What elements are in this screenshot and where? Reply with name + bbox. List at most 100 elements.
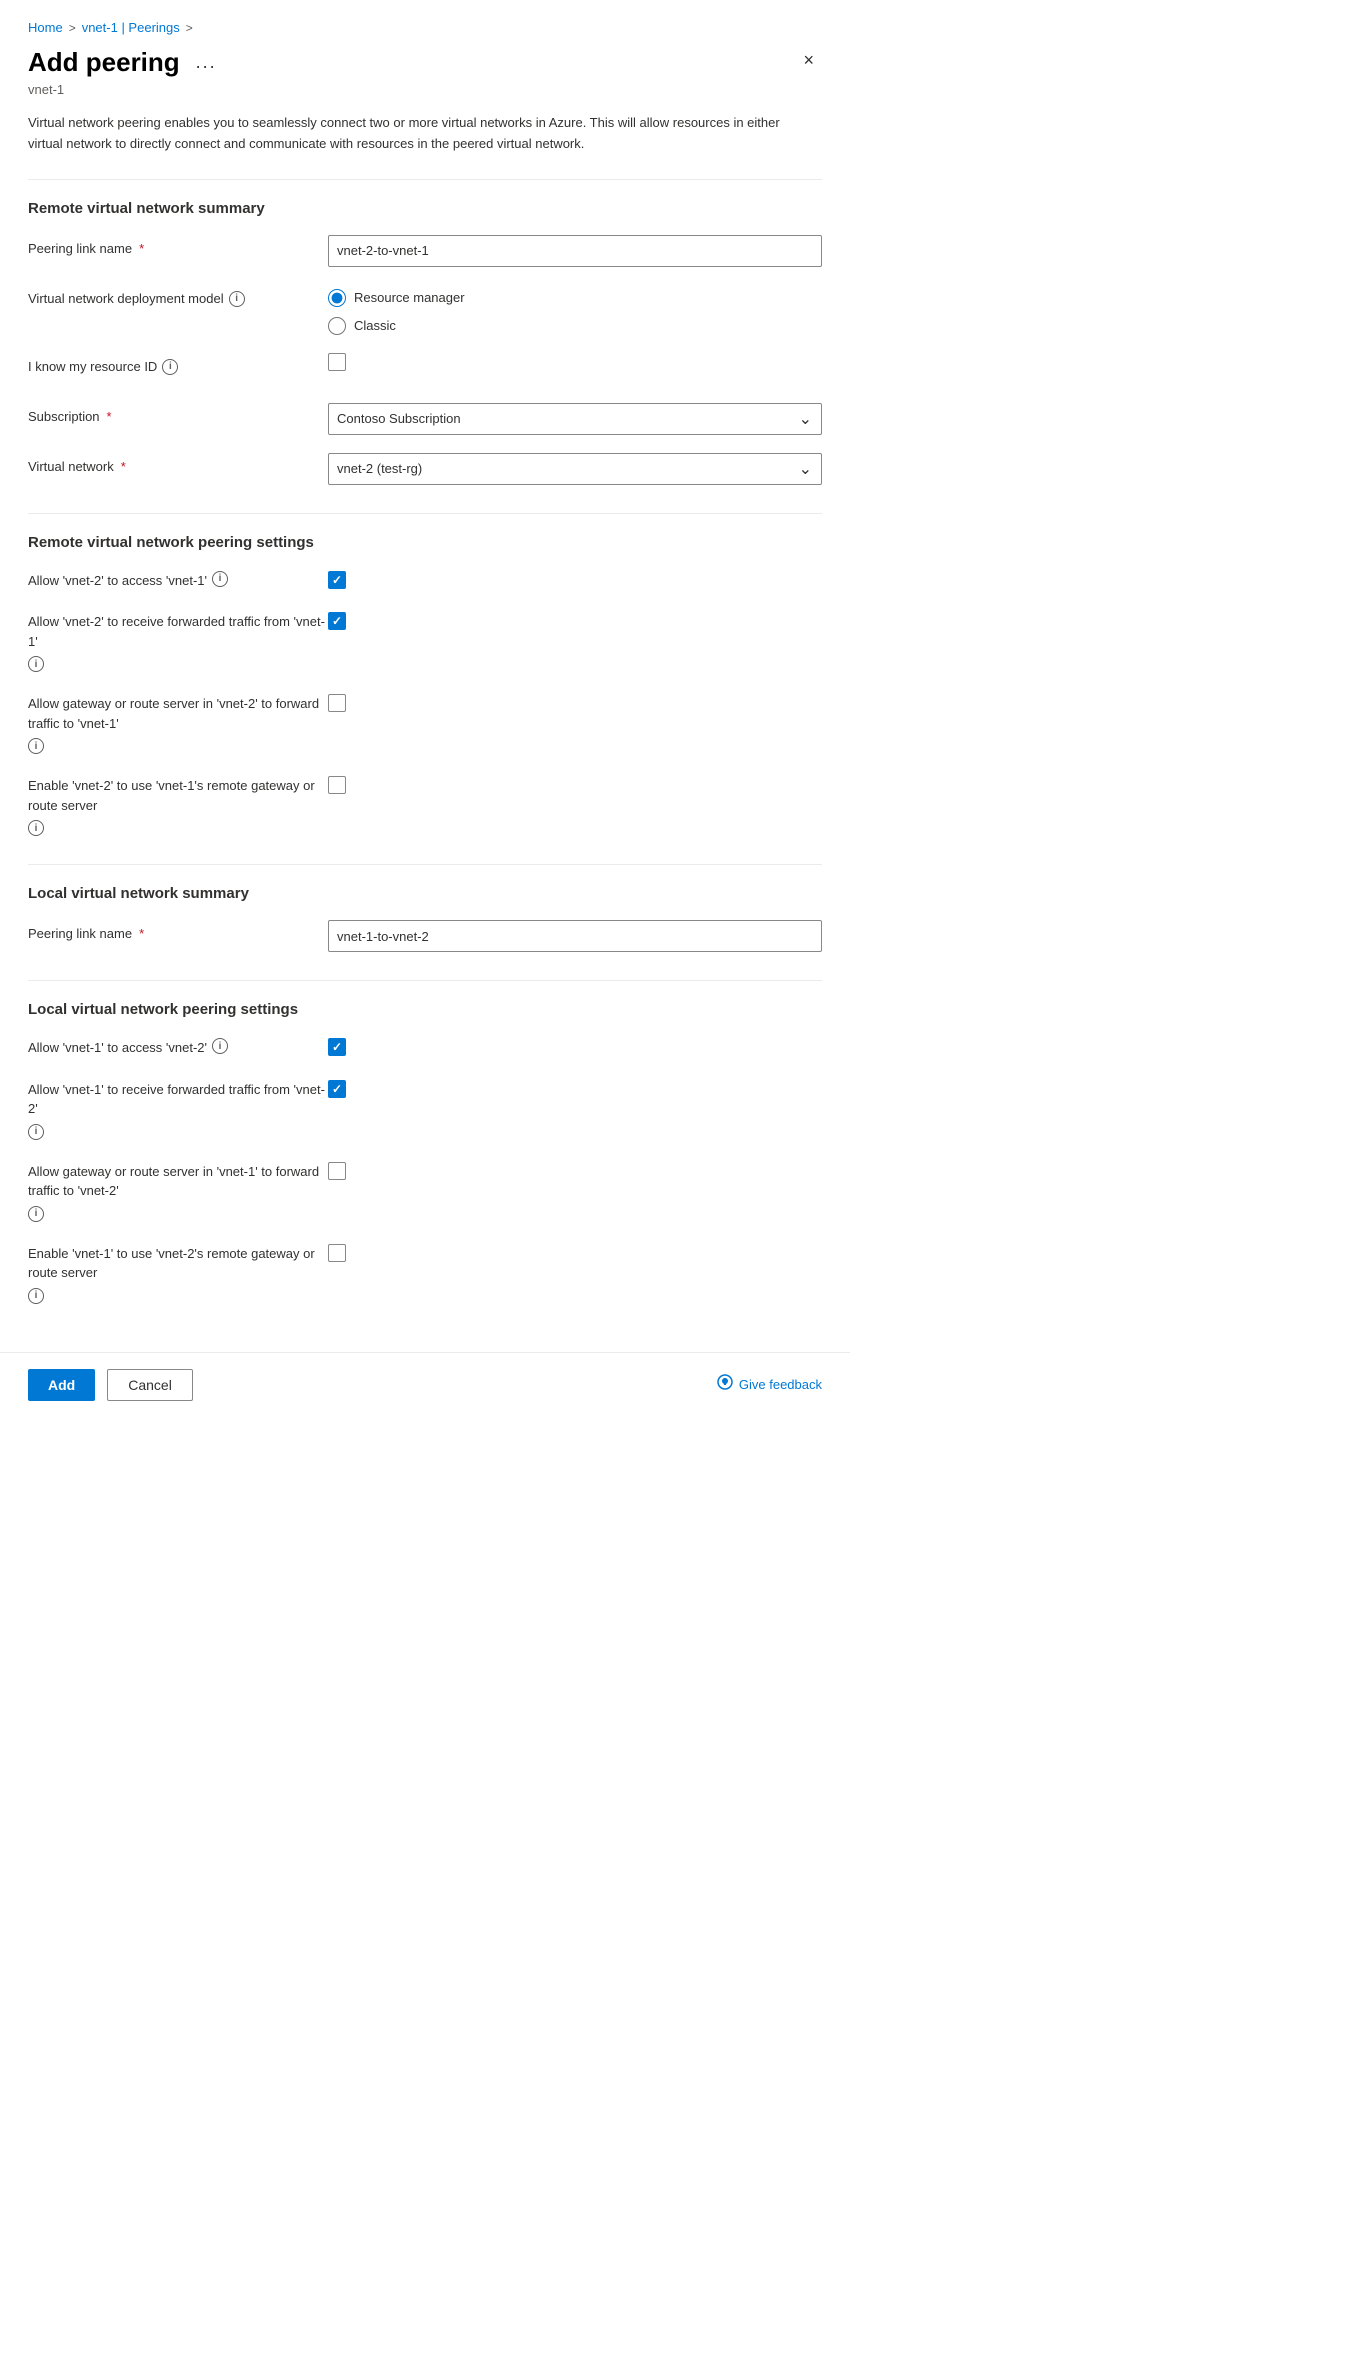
local-setting-1-checkbox[interactable]	[328, 1038, 346, 1056]
virtual-network-required-star: *	[121, 459, 126, 474]
virtual-network-select[interactable]: vnet-2 (test-rg)	[328, 453, 822, 485]
subscription-row: Subscription * Contoso Subscription	[28, 403, 822, 435]
remote-setting-1-info-icon[interactable]: i	[212, 571, 228, 587]
remote-setting-2-row: Allow 'vnet-2' to receive forwarded traf…	[28, 610, 822, 672]
local-peering-link-name-control	[328, 920, 822, 952]
local-setting-2-control	[328, 1078, 346, 1098]
local-setting-1-row: Allow 'vnet-1' to access 'vnet-2' i	[28, 1036, 822, 1058]
local-peering-link-name-input[interactable]	[328, 920, 822, 952]
know-resource-id-checkbox[interactable]	[328, 353, 346, 371]
know-resource-id-control	[328, 353, 822, 374]
local-summary-title: Local virtual network summary	[28, 885, 822, 902]
remote-setting-2-control	[328, 610, 346, 630]
know-resource-id-label: I know my resource ID i	[28, 353, 328, 375]
remote-setting-3-info-icon[interactable]: i	[28, 738, 44, 754]
breadcrumb-home[interactable]: Home	[28, 20, 63, 35]
remote-setting-4-row: Enable 'vnet-2' to use 'vnet-1's remote …	[28, 774, 822, 836]
local-peering-settings-title: Local virtual network peering settings	[28, 1001, 822, 1018]
deployment-model-row: Virtual network deployment model i Resou…	[28, 285, 822, 335]
local-setting-4-control	[328, 1242, 346, 1262]
remote-setting-3-label: Allow gateway or route server in 'vnet-2…	[28, 692, 328, 754]
virtual-network-select-wrapper: vnet-2 (test-rg)	[328, 453, 822, 485]
feedback-icon	[717, 1374, 733, 1395]
virtual-network-control: vnet-2 (test-rg)	[328, 453, 822, 485]
deployment-model-radio-group: Resource manager Classic	[328, 285, 822, 335]
page-description: Virtual network peering enables you to s…	[28, 113, 808, 155]
remote-setting-4-label: Enable 'vnet-2' to use 'vnet-1's remote …	[28, 774, 328, 836]
remote-peering-link-name-input[interactable]	[328, 235, 822, 267]
close-button[interactable]: ×	[795, 47, 822, 73]
local-setting-4-row: Enable 'vnet-1' to use 'vnet-2's remote …	[28, 1242, 822, 1304]
local-setting-1-info-icon[interactable]: i	[212, 1038, 228, 1054]
breadcrumb-sep2: >	[186, 21, 193, 35]
radio-classic-input[interactable]	[328, 317, 346, 335]
local-setting-2-info-icon[interactable]: i	[28, 1124, 44, 1140]
local-peering-link-name-row: Peering link name *	[28, 920, 822, 952]
local-setting-3-checkbox[interactable]	[328, 1162, 346, 1180]
radio-resource-manager[interactable]: Resource manager	[328, 289, 822, 307]
remote-setting-1-checkbox[interactable]	[328, 571, 346, 589]
radio-resource-manager-input[interactable]	[328, 289, 346, 307]
remote-peering-settings-title: Remote virtual network peering settings	[28, 534, 822, 551]
remote-setting-2-checkbox[interactable]	[328, 612, 346, 630]
remote-setting-1-label: Allow 'vnet-2' to access 'vnet-1' i	[28, 569, 328, 591]
virtual-network-label: Virtual network *	[28, 453, 328, 474]
local-setting-2-row: Allow 'vnet-1' to receive forwarded traf…	[28, 1078, 822, 1140]
more-options-button[interactable]: ...	[190, 50, 223, 75]
local-setting-3-label: Allow gateway or route server in 'vnet-1…	[28, 1160, 328, 1222]
remote-setting-4-info-icon[interactable]: i	[28, 820, 44, 836]
remote-setting-3-row: Allow gateway or route server in 'vnet-2…	[28, 692, 822, 754]
remote-peering-link-name-row: Peering link name *	[28, 235, 822, 267]
virtual-network-row: Virtual network * vnet-2 (test-rg)	[28, 453, 822, 485]
local-setting-1-control	[328, 1036, 346, 1056]
remote-setting-1-row: Allow 'vnet-2' to access 'vnet-1' i	[28, 569, 822, 591]
remote-setting-3-checkbox[interactable]	[328, 694, 346, 712]
remote-setting-2-info-icon[interactable]: i	[28, 656, 44, 672]
local-setting-4-checkbox[interactable]	[328, 1244, 346, 1262]
local-setting-3-info-icon[interactable]: i	[28, 1206, 44, 1222]
breadcrumb: Home > vnet-1 | Peerings >	[28, 20, 822, 35]
give-feedback-label: Give feedback	[739, 1377, 822, 1392]
radio-classic-label: Classic	[354, 318, 396, 333]
local-setting-4-label: Enable 'vnet-1' to use 'vnet-2's remote …	[28, 1242, 328, 1304]
cancel-button[interactable]: Cancel	[107, 1369, 193, 1401]
deployment-model-info-icon[interactable]: i	[229, 291, 245, 307]
subscription-required-star: *	[107, 409, 112, 424]
local-setting-4-info-icon[interactable]: i	[28, 1288, 44, 1304]
footer: Add Cancel Give feedback	[0, 1352, 850, 1417]
remote-peering-link-name-label: Peering link name *	[28, 235, 328, 256]
required-star: *	[139, 241, 144, 256]
subscription-control: Contoso Subscription	[328, 403, 822, 435]
local-setting-3-control	[328, 1160, 346, 1180]
add-button[interactable]: Add	[28, 1369, 95, 1401]
deployment-model-label: Virtual network deployment model i	[28, 285, 328, 307]
remote-setting-4-control	[328, 774, 346, 794]
remote-summary-title: Remote virtual network summary	[28, 200, 822, 217]
give-feedback-link[interactable]: Give feedback	[717, 1374, 822, 1395]
local-setting-3-row: Allow gateway or route server in 'vnet-1…	[28, 1160, 822, 1222]
remote-peering-link-name-control	[328, 235, 822, 267]
local-setting-1-label: Allow 'vnet-1' to access 'vnet-2' i	[28, 1036, 328, 1058]
remote-peering-settings: Remote virtual network peering settings …	[28, 534, 822, 837]
local-required-star: *	[139, 926, 144, 941]
subscription-select[interactable]: Contoso Subscription	[328, 403, 822, 435]
deployment-model-control: Resource manager Classic	[328, 285, 822, 335]
local-peering-link-name-label: Peering link name *	[28, 920, 328, 941]
remote-setting-3-control	[328, 692, 346, 712]
page-title: Add peering	[28, 47, 180, 78]
page-subtitle: vnet-1	[28, 82, 822, 97]
remote-virtual-network-summary: Remote virtual network summary Peering l…	[28, 200, 822, 485]
local-peering-settings: Local virtual network peering settings A…	[28, 1001, 822, 1304]
remote-setting-1-control	[328, 569, 346, 589]
subscription-select-wrapper: Contoso Subscription	[328, 403, 822, 435]
local-virtual-network-summary: Local virtual network summary Peering li…	[28, 885, 822, 952]
subscription-label: Subscription *	[28, 403, 328, 424]
remote-setting-4-checkbox[interactable]	[328, 776, 346, 794]
page-header: Add peering ... ×	[28, 47, 822, 78]
radio-resource-manager-label: Resource manager	[354, 290, 465, 305]
resource-id-info-icon[interactable]: i	[162, 359, 178, 375]
remote-setting-2-label: Allow 'vnet-2' to receive forwarded traf…	[28, 610, 328, 672]
radio-classic[interactable]: Classic	[328, 317, 822, 335]
breadcrumb-vnet-peerings[interactable]: vnet-1 | Peerings	[82, 20, 180, 35]
local-setting-2-checkbox[interactable]	[328, 1080, 346, 1098]
